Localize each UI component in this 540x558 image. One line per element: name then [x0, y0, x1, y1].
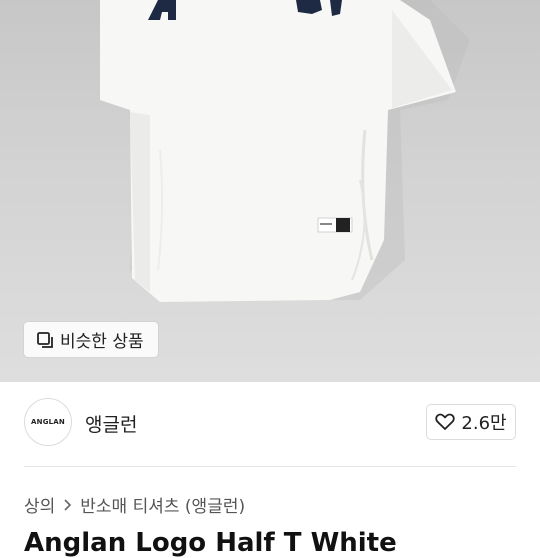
seller-avatar[interactable]: ANGLAN: [24, 398, 72, 446]
copy-icon: [37, 331, 53, 348]
chevron-right-icon: [64, 498, 72, 511]
product-image[interactable]: 비슷한 상품: [0, 0, 540, 382]
similar-products-button[interactable]: 비슷한 상품: [24, 322, 158, 357]
favorite-count: 2.6만: [461, 413, 507, 434]
divider: [24, 466, 516, 467]
seller-row: ANGLAN 앵글런 2.6만: [0, 382, 540, 466]
seller-name[interactable]: 앵글런: [85, 410, 137, 437]
seller-logo-text: ANGLAN: [31, 418, 65, 426]
heart-icon: [435, 413, 456, 430]
breadcrumb-subcategory[interactable]: 반소매 티셔츠 (앵글런): [80, 492, 245, 517]
similar-products-label: 비슷한 상품: [60, 332, 144, 352]
breadcrumb-category[interactable]: 상의: [24, 492, 55, 517]
breadcrumb: 상의 반소매 티셔츠 (앵글런): [24, 492, 245, 517]
favorite-button[interactable]: 2.6만: [426, 404, 516, 440]
product-title: Anglan Logo Half T White: [24, 528, 397, 558]
